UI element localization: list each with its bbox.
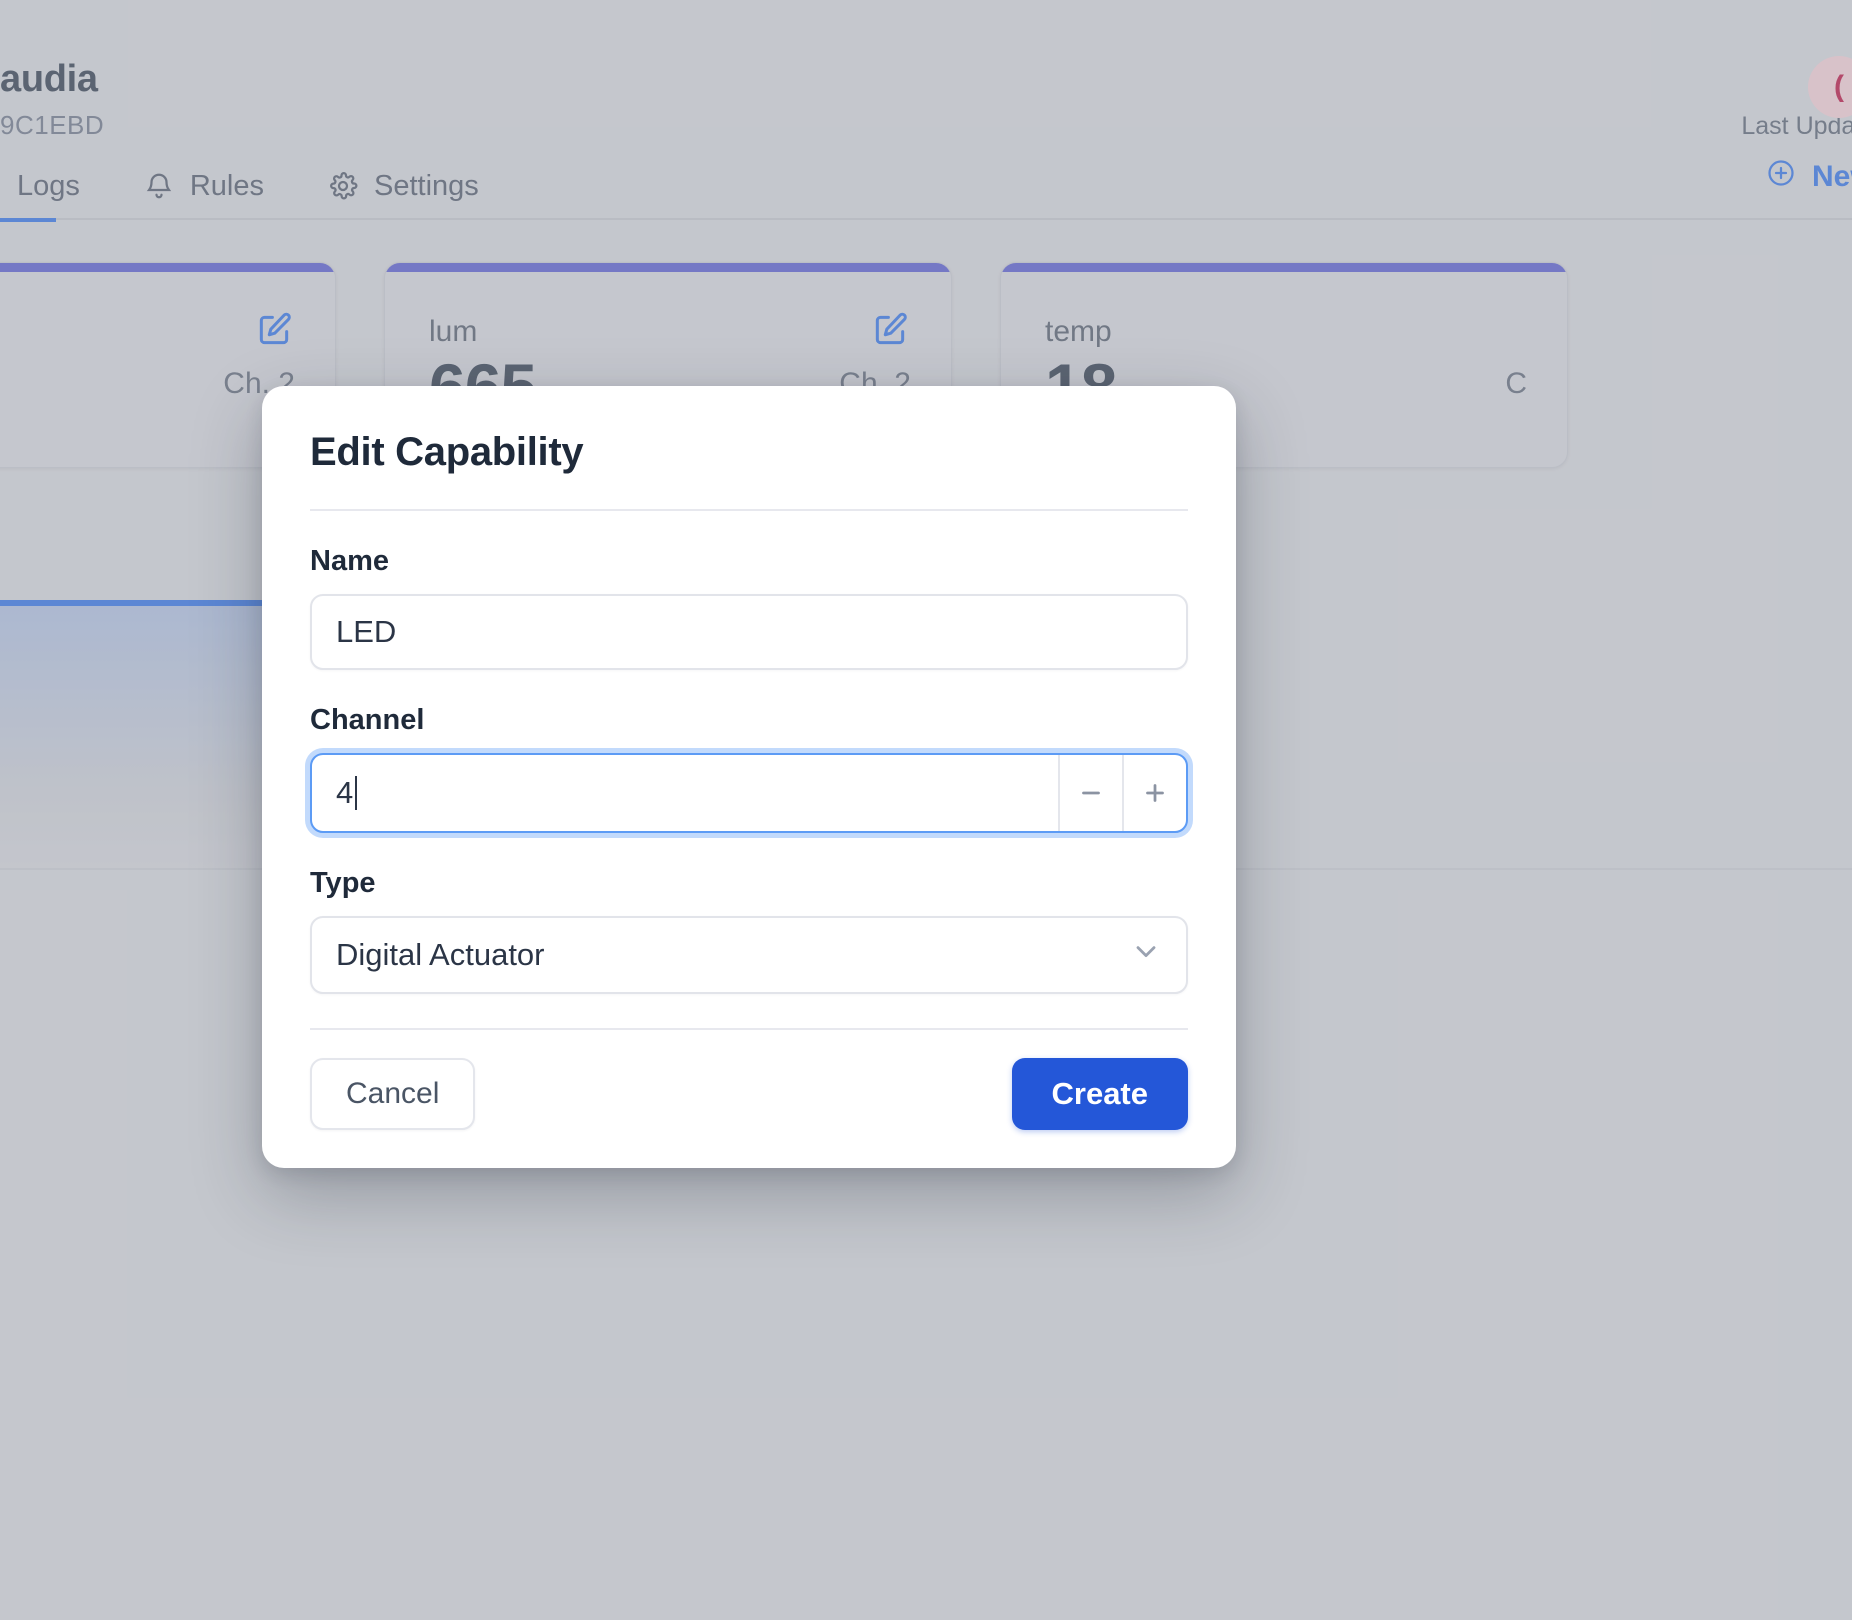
dialog-footer-divider — [310, 1028, 1188, 1030]
cancel-button[interactable]: Cancel — [310, 1058, 476, 1130]
type-label: Type — [310, 867, 376, 899]
name-label: Name — [310, 545, 389, 577]
create-button[interactable]: Create — [1011, 1058, 1188, 1130]
channel-decrement-button[interactable] — [1058, 755, 1122, 831]
name-input[interactable]: LED — [310, 594, 1188, 670]
channel-stepper[interactable]: 4 — [310, 753, 1188, 833]
edit-capability-dialog: Edit Capability Name LED Channel 4 Type … — [262, 386, 1236, 1168]
channel-input-value: 4 — [336, 775, 354, 810]
dialog-actions: Cancel Create — [310, 1058, 1188, 1130]
type-select-value: Digital Actuator — [336, 937, 545, 972]
channel-increment-button[interactable] — [1122, 755, 1186, 831]
text-cursor — [355, 776, 358, 810]
channel-label: Channel — [310, 704, 425, 736]
name-input-value: LED — [336, 614, 397, 649]
dialog-title-divider — [310, 509, 1188, 511]
type-select[interactable]: Digital Actuator — [310, 916, 1188, 994]
channel-field-group: Channel 4 — [310, 704, 1188, 833]
type-field-group: Type Digital Actuator — [310, 867, 1188, 994]
chevron-down-icon — [1130, 935, 1162, 975]
dialog-title: Edit Capability — [310, 430, 584, 474]
channel-input[interactable]: 4 — [312, 755, 1058, 831]
name-field-group: Name LED — [310, 545, 1188, 670]
